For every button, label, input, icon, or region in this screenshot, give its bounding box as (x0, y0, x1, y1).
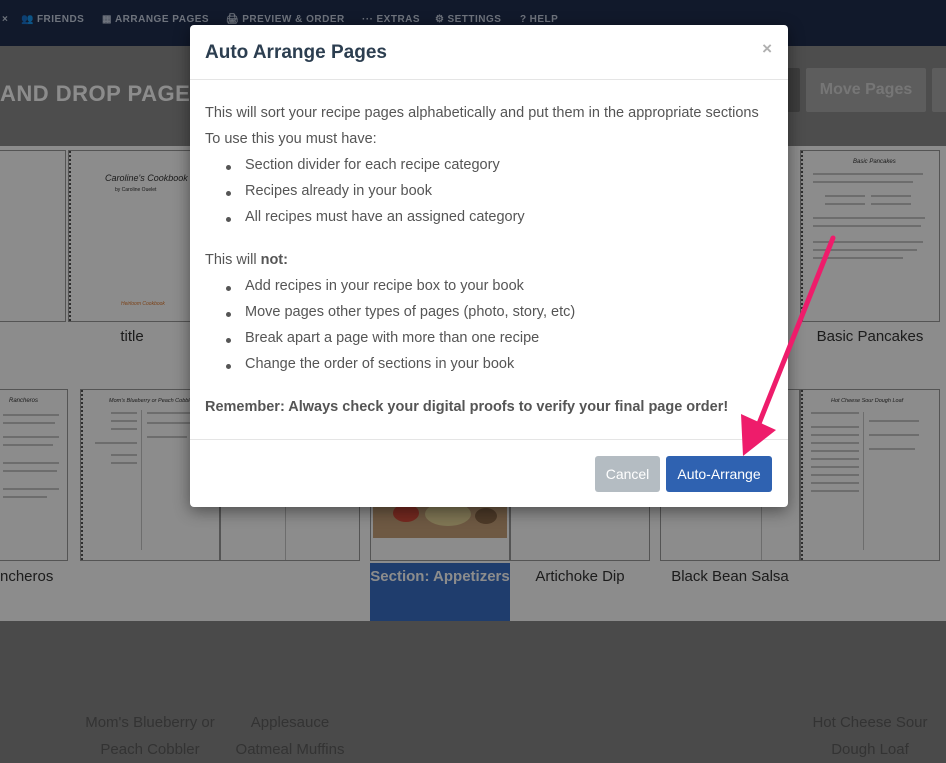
requirement-item: Recipes already in your book (226, 183, 432, 199)
label-line: Dough Loaf (831, 741, 909, 758)
limitation-item: Change the order of sections in your boo… (225, 356, 515, 372)
modal-header-divider (190, 79, 788, 80)
page-label-blueberry-cobbler: Mom's Blueberry or Peach Cobbler (80, 709, 220, 763)
close-icon[interactable]: × (762, 39, 772, 59)
auto-arrange-button[interactable]: Auto-Arrange (666, 456, 772, 492)
will-not-heading: This will not: (205, 252, 288, 268)
limitation-item: Break apart a page with more than one re… (225, 330, 540, 346)
label-line: Hot Cheese Sour (812, 714, 928, 731)
auto-arrange-modal: Auto Arrange Pages × This will sort your… (190, 25, 788, 507)
will-not-prefix: This will (205, 252, 261, 268)
will-not-bold: not: (260, 252, 288, 268)
cancel-button[interactable]: Cancel (595, 456, 660, 492)
modal-footer-divider (190, 439, 788, 440)
limitation-item: Add recipes in your recipe box to your b… (226, 278, 524, 294)
modal-title: Auto Arrange Pages (205, 42, 387, 63)
label-line: Applesauce (250, 714, 330, 731)
must-have-text: To use this you must have: (205, 131, 377, 147)
requirement-item: All recipes must have an assigned catego… (226, 209, 525, 225)
remember-note: Remember: Always check your digital proo… (205, 399, 729, 415)
label-line: Oatmeal Muffins (235, 741, 345, 758)
requirement-item: Section divider for each recipe category (226, 157, 500, 173)
label-line: Peach Cobbler (100, 741, 200, 758)
intro-text: This will sort your recipe pages alphabe… (205, 105, 759, 121)
label-line: Mom's Blueberry or (85, 714, 215, 731)
page-label-hot-cheese-sour-dough: Hot Cheese Sour Dough Loaf (800, 709, 940, 763)
page-label-applesauce-muffins: Applesauce Oatmeal Muffins (220, 709, 360, 763)
limitation-item: Move pages other types of pages (photo, … (225, 304, 576, 320)
